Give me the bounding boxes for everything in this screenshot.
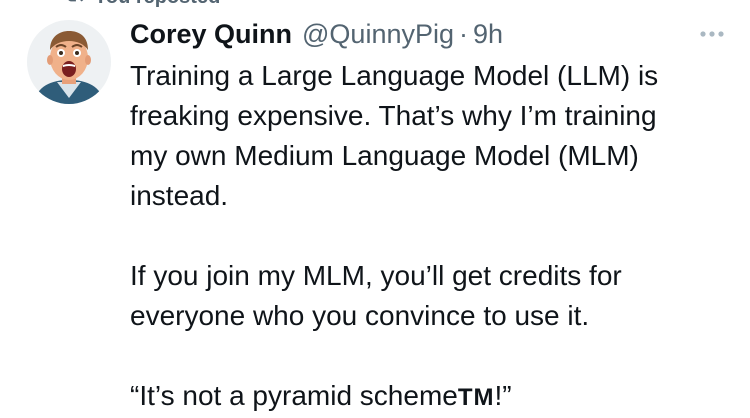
more-icon xyxy=(700,31,724,37)
quote-text: “It’s not a pyramid scheme xyxy=(130,380,458,411)
author-handle[interactable]: @QuinnyPig xyxy=(302,19,454,50)
author-avatar[interactable] xyxy=(27,20,111,104)
repost-label: You reposted xyxy=(94,0,220,9)
tweet-header: Corey Quinn @QuinnyPig · 9h xyxy=(130,14,503,54)
repost-icon xyxy=(64,0,86,11)
author-name[interactable]: Corey Quinn xyxy=(130,19,292,50)
tweet-timestamp[interactable]: 9h xyxy=(473,19,503,50)
tweet-text: Training a Large Language Model (LLM) is… xyxy=(130,56,730,418)
avatar-photo xyxy=(27,20,111,104)
more-options-button[interactable] xyxy=(698,24,726,44)
tweet-line: freaking expensive. That’s why I’m train… xyxy=(130,100,657,131)
repost-indicator[interactable]: You reposted xyxy=(64,0,220,9)
tweet-line: If you join my MLM, you’ll get credits f… xyxy=(130,260,622,291)
tweet-line: instead. xyxy=(130,180,229,211)
tweet-line-quote: “It’s not a pyramid schemeTM!” xyxy=(130,376,730,418)
quote-end: !” xyxy=(494,380,512,411)
separator-dot: · xyxy=(459,18,468,49)
tweet-line: Training a Large Language Model (LLM) is xyxy=(130,60,659,91)
tweet-line: my own Medium Language Model (MLM) xyxy=(130,140,639,171)
tweet-line: everyone who you convince to use it. xyxy=(130,300,590,331)
